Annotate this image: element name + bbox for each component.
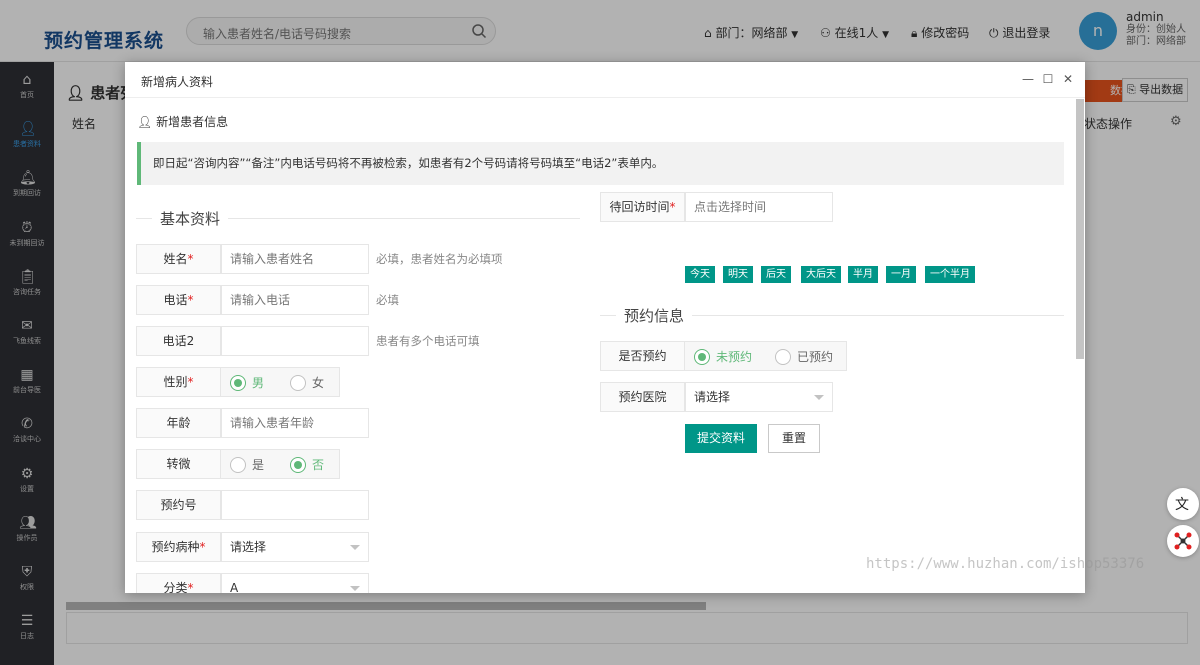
section-title: 👤︎ 新增患者信息 bbox=[137, 115, 229, 129]
revisit-time-input[interactable]: 点击选择时间 bbox=[685, 192, 833, 222]
wechat-radio-group: 是 否 bbox=[221, 449, 340, 479]
name-input[interactable]: 请输入患者姓名 bbox=[221, 244, 369, 274]
quick-date-button[interactable]: 明天 bbox=[723, 266, 753, 283]
disease-label: 预约病种* bbox=[136, 532, 221, 562]
user-add-icon: 👤︎ bbox=[137, 115, 153, 129]
watermark: https://www.huzhan.com/ishop53376 bbox=[866, 556, 1145, 572]
phone2-hint: 患者有多个电话可填 bbox=[376, 334, 480, 348]
reset-button[interactable]: 重置 bbox=[768, 424, 820, 453]
network-icon bbox=[1174, 532, 1192, 550]
phone2-input[interactable] bbox=[221, 326, 369, 356]
modal-title: 新增病人资料 bbox=[141, 75, 214, 89]
chevron-down-icon bbox=[350, 545, 360, 550]
submit-button[interactable]: 提交资料 bbox=[685, 424, 757, 453]
vertical-scrollbar[interactable] bbox=[1076, 99, 1084, 359]
add-patient-modal: 新增病人资料 — ☐ ✕ 👤︎ 新增患者信息 即日起“咨询内容”“备注”内电话号… bbox=[125, 62, 1085, 593]
quick-date-button[interactable]: 后天 bbox=[761, 266, 791, 283]
name-label: 姓名* bbox=[136, 244, 221, 274]
quick-date-button[interactable]: 一月 bbox=[886, 266, 916, 283]
revisit-label: 待回访时间* bbox=[600, 192, 685, 222]
disease-select[interactable]: 请选择 bbox=[221, 532, 369, 562]
phone-label: 电话* bbox=[136, 285, 221, 315]
phone-input[interactable]: 请输入电话 bbox=[221, 285, 369, 315]
close-icon[interactable]: ✕ bbox=[1061, 72, 1075, 86]
age-label: 年龄 bbox=[136, 408, 221, 438]
translate-button[interactable]: 文 bbox=[1167, 488, 1199, 520]
basic-legend: 基本资料 bbox=[152, 208, 229, 229]
booked-label: 是否预约 bbox=[600, 341, 685, 371]
network-button[interactable] bbox=[1167, 525, 1199, 557]
category-select[interactable]: A bbox=[221, 573, 369, 593]
quick-date-button[interactable]: 今天 bbox=[685, 266, 715, 283]
chevron-down-icon bbox=[350, 586, 360, 591]
appt-legend: 预约信息 bbox=[616, 305, 693, 326]
name-hint: 必填，患者姓名为必填项 bbox=[376, 252, 503, 266]
phone2-label: 电话2 bbox=[136, 326, 221, 356]
gender-radio-group: 男 女 bbox=[221, 367, 340, 397]
modal-header: 新增病人资料 — ☐ ✕ bbox=[125, 62, 1085, 98]
hospital-select[interactable]: 请选择 bbox=[685, 382, 833, 412]
translate-icon: 文 bbox=[1175, 497, 1189, 513]
minimize-icon[interactable]: — bbox=[1021, 72, 1035, 86]
category-label: 分类* bbox=[136, 573, 221, 593]
quick-date-button[interactable]: 大后天 bbox=[801, 266, 841, 283]
age-input[interactable]: 请输入患者年龄 bbox=[221, 408, 369, 438]
chevron-down-icon bbox=[814, 395, 824, 400]
notice-box: 即日起“咨询内容”“备注”内电话号码将不再被检索，如患者有2个号码请将号码填至“… bbox=[137, 142, 1064, 185]
modal-body: 👤︎ 新增患者信息 即日起“咨询内容”“备注”内电话号码将不再被检索，如患者有2… bbox=[125, 99, 1085, 593]
appt-no-input[interactable] bbox=[221, 490, 369, 520]
maximize-icon[interactable]: ☐ bbox=[1041, 72, 1055, 86]
phone-hint: 必填 bbox=[376, 293, 399, 307]
gender-label: 性别* bbox=[136, 367, 221, 397]
appt-no-label: 预约号 bbox=[136, 490, 221, 520]
quick-date-button[interactable]: 一个半月 bbox=[925, 266, 975, 283]
wechat-label: 转微 bbox=[136, 449, 221, 479]
booked-radio-group: 未预约 已预约 bbox=[685, 341, 847, 371]
hospital-label: 预约医院 bbox=[600, 382, 685, 412]
quick-date-button[interactable]: 半月 bbox=[848, 266, 878, 283]
